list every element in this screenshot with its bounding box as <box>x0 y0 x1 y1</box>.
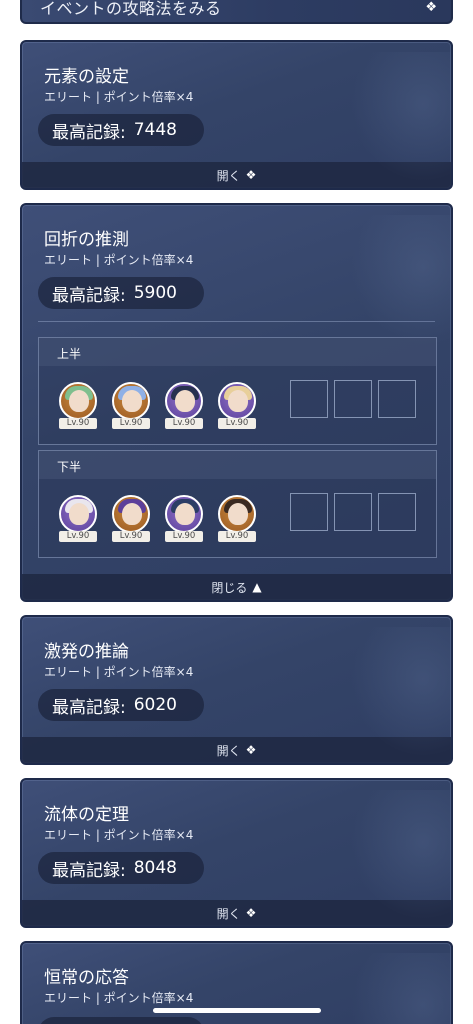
level-badge: Lv.90 <box>218 531 256 542</box>
second-half-team: 下半 Lv.90 Lv.90 Lv.90 Lv.90 <box>38 450 437 558</box>
best-record-label: 最高記録: <box>52 860 126 881</box>
best-record-value: 8048 <box>133 858 177 878</box>
best-record-label: 最高記録: <box>52 122 126 143</box>
collapse-button[interactable]: 閉じる ▲ <box>22 574 451 600</box>
divider <box>38 321 435 322</box>
expand-label: 開く <box>216 168 241 183</box>
character-avatar[interactable] <box>112 495 150 533</box>
character-avatar[interactable] <box>165 495 203 533</box>
first-half-label: 上半 <box>39 338 436 366</box>
expand-button[interactable]: 開く ❖ <box>22 900 451 926</box>
best-record-value: 6020 <box>133 695 177 715</box>
best-record-label: 最高記録: <box>52 285 126 306</box>
expand-button[interactable]: 開く ❖ <box>22 737 451 763</box>
character-avatar[interactable] <box>59 495 97 533</box>
best-record: 最高記録: 6020 <box>38 689 204 721</box>
collapse-label: 閉じる <box>211 580 248 595</box>
chevron-down-icon: ❖ <box>245 168 257 182</box>
challenge-card-elemental: 元素の設定 エリート | ポイント倍率×4 最高記録: 7448 開く ❖ <box>20 40 453 190</box>
level-badge: Lv.90 <box>165 531 203 542</box>
character-avatar[interactable] <box>218 495 256 533</box>
character-avatar[interactable] <box>59 382 97 420</box>
best-record <box>38 1017 204 1024</box>
best-record-value: 5900 <box>133 283 177 303</box>
character-avatar[interactable] <box>112 382 150 420</box>
best-record-value: 7448 <box>133 120 177 140</box>
character-avatar[interactable] <box>165 382 203 420</box>
home-indicator[interactable] <box>153 1008 321 1013</box>
card-subtitle: エリート | ポイント倍率×4 <box>44 828 194 842</box>
card-subtitle: エリート | ポイント倍率×4 <box>44 90 194 104</box>
chevron-down-icon: ❖ <box>245 743 257 757</box>
expand-button[interactable]: 開く ❖ <box>22 162 451 188</box>
best-record-label: 最高記録: <box>52 697 126 718</box>
first-half-team: 上半 Lv.90 Lv.90 Lv.90 Lv.90 <box>38 337 437 445</box>
best-record: 最高記録: 5900 <box>38 277 204 309</box>
card-title: 回折の推測 <box>44 230 129 250</box>
empty-slot[interactable] <box>290 380 328 418</box>
chevron-down-icon: ❖ <box>245 906 257 920</box>
character-avatar[interactable] <box>218 382 256 420</box>
expand-label: 開く <box>216 906 241 921</box>
card-title: 流体の定理 <box>44 805 129 825</box>
challenge-card-fluid: 流体の定理 エリート | ポイント倍率×4 最高記録: 8048 開く ❖ <box>20 778 453 928</box>
best-record: 最高記録: 7448 <box>38 114 204 146</box>
card-title: 元素の設定 <box>44 67 129 87</box>
level-badge: Lv.90 <box>112 418 150 429</box>
empty-slot[interactable] <box>290 493 328 531</box>
card-title: 恒常の応答 <box>44 968 129 988</box>
empty-slot[interactable] <box>334 493 372 531</box>
level-badge: Lv.90 <box>218 418 256 429</box>
event-guide-bar[interactable]: イベントの攻略法をみる ❖ <box>20 0 453 24</box>
second-half-label: 下半 <box>39 451 436 479</box>
event-guide-label: イベントの攻略法をみる <box>40 0 222 18</box>
empty-slot[interactable] <box>334 380 372 418</box>
challenge-card-diffraction: 回折の推測 エリート | ポイント倍率×4 最高記録: 5900 上半 Lv.9… <box>20 203 453 602</box>
level-badge: Lv.90 <box>165 418 203 429</box>
challenge-card-catalyze: 激発の推論 エリート | ポイント倍率×4 最高記録: 6020 開く ❖ <box>20 615 453 765</box>
chevron-up-icon: ▲ <box>252 580 262 594</box>
expand-label: 開く <box>216 743 241 758</box>
chevron-right-icon: ❖ <box>425 0 437 15</box>
card-subtitle: エリート | ポイント倍率×4 <box>44 991 194 1005</box>
level-badge: Lv.90 <box>112 531 150 542</box>
level-badge: Lv.90 <box>59 418 97 429</box>
best-record: 最高記録: 8048 <box>38 852 204 884</box>
card-title: 激発の推論 <box>44 642 129 662</box>
empty-slot[interactable] <box>378 493 416 531</box>
card-subtitle: エリート | ポイント倍率×4 <box>44 665 194 679</box>
empty-slot[interactable] <box>378 380 416 418</box>
card-subtitle: エリート | ポイント倍率×4 <box>44 253 194 267</box>
level-badge: Lv.90 <box>59 531 97 542</box>
